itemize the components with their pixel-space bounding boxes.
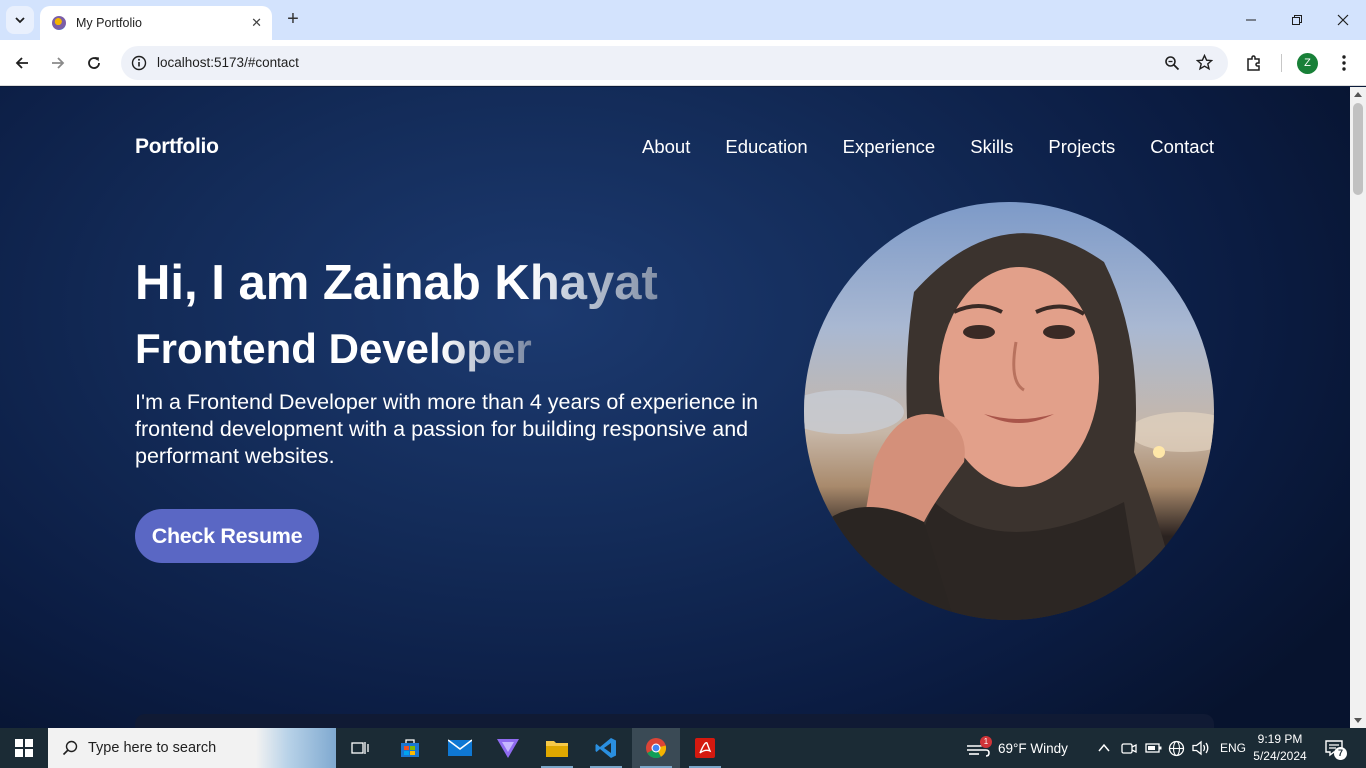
scrollbar-thumb[interactable] [1353,103,1363,195]
nav-projects[interactable]: Projects [1048,136,1115,158]
arrow-left-icon [15,57,28,69]
nav-skills[interactable]: Skills [970,136,1013,158]
site-info-icon[interactable] [131,55,147,71]
bookmark-star-icon[interactable] [1196,54,1213,71]
forward-button[interactable] [46,51,70,75]
site-favicon-icon [52,16,66,30]
weather-widget-icon[interactable]: 1 [966,736,992,758]
nav-experience[interactable]: Experience [843,136,936,158]
hero-role-typing: oper [440,325,532,372]
new-tab-button[interactable]: + [282,8,304,30]
taskbar-microsoft-store[interactable] [386,728,434,768]
volume-icon[interactable] [1192,740,1210,761]
close-icon [1337,14,1349,26]
hero-greeting-typing: hayat [529,256,658,310]
speaker-icon [1192,740,1209,756]
weather-text[interactable]: 69°F Windy [998,728,1068,768]
chevron-down-icon [15,17,25,24]
battery-icon[interactable] [1145,741,1163,760]
back-button[interactable] [10,51,34,75]
search-placeholder: Type here to search [88,740,217,756]
close-window-button[interactable] [1333,10,1353,30]
zoom-icon[interactable] [1164,55,1180,71]
site-logo[interactable]: Portfolio [135,135,219,159]
input-language[interactable]: ENG [1220,728,1246,768]
notification-count-badge: 7 [1334,747,1347,760]
chevron-up-icon [1098,743,1110,752]
url-text: localhost:5173/#contact [157,55,299,70]
profile-photo [804,202,1214,620]
taskbar-chrome[interactable] [632,728,680,768]
windows-logo-icon [15,739,33,757]
nav-about[interactable]: About [642,136,690,158]
taskbar-file-explorer[interactable] [533,728,581,768]
hero-role: Frontend Developer [135,325,532,373]
taskbar-acrobat[interactable] [681,728,729,768]
store-icon [401,739,419,757]
portfolio-page: Portfolio About Education Experience Ski… [0,87,1350,728]
minimize-icon [1246,19,1256,21]
globe-icon [1168,740,1185,757]
address-bar[interactable]: localhost:5173/#contact [121,46,1228,80]
restore-icon [1292,15,1302,25]
chrome-icon [646,738,667,759]
tab-my-portfolio[interactable]: My Portfolio ✕ [40,6,272,40]
main-navigation: About Education Experience Skills Projec… [642,136,1214,158]
start-button[interactable] [0,728,48,768]
meet-now-icon[interactable] [1121,740,1137,761]
restore-button[interactable] [1287,10,1307,30]
task-view-button[interactable] [336,728,384,768]
folder-icon [546,741,568,757]
taskbar-search[interactable]: Type here to search [48,728,336,768]
tab-title: My Portfolio [76,16,142,30]
taskbar-vpn-app[interactable] [484,728,532,768]
hero-greeting-main: Hi, I am Zainab K [135,256,530,310]
weather-alert-badge: 1 [980,736,992,748]
reload-button[interactable] [82,51,106,75]
mail-icon [448,739,472,756]
clock-date: 5/24/2024 [1253,749,1307,763]
browser-toolbar: localhost:5173/#contact Z [0,40,1366,86]
browser-menu-button[interactable] [1332,51,1356,75]
next-section-card [135,714,1214,728]
nav-contact[interactable]: Contact [1150,136,1214,158]
search-icon [62,740,78,756]
nav-education[interactable]: Education [725,136,807,158]
reload-icon [88,57,100,69]
tab-search-button[interactable] [6,6,34,34]
puzzle-icon [1247,55,1260,71]
scroll-up-icon[interactable] [1354,92,1362,97]
toolbar-divider [1281,54,1282,72]
task-view-icon [351,742,369,754]
windows-taskbar: Type here to search 1 69°F Windy ENG 9:1… [0,728,1366,768]
acrobat-icon [695,738,715,758]
minimize-button[interactable] [1241,10,1261,30]
network-icon[interactable] [1168,740,1185,762]
profile-photo-illustration [804,233,1214,620]
more-vertical-icon [1342,55,1346,71]
profile-avatar[interactable]: Z [1297,53,1318,74]
taskbar-vscode[interactable] [582,728,630,768]
triangle-logo-icon [497,739,519,758]
scroll-down-icon[interactable] [1354,718,1362,723]
search-highlight-image [256,728,336,768]
vscode-icon [595,738,616,758]
page-scrollbar[interactable] [1350,87,1366,728]
taskbar-clock[interactable]: 9:19 PM 5/24/2024 [1248,731,1312,765]
show-hidden-icons-button[interactable] [1097,741,1111,760]
hero-greeting: Hi, I am Zainab Khayat [135,255,658,311]
taskbar-mail[interactable] [436,728,484,768]
battery-icon-glyph [1145,743,1162,753]
action-center-button[interactable]: 7 [1324,739,1347,760]
clock-time: 9:19 PM [1257,732,1303,746]
extensions-button[interactable] [1242,51,1266,75]
browser-tab-strip: My Portfolio ✕ + [0,0,1366,40]
hero-description: I'm a Frontend Developer with more than … [135,390,759,468]
camera-icon [1121,743,1137,754]
hero-role-main: Frontend Devel [135,325,441,372]
tab-close-icon[interactable]: ✕ [251,15,262,31]
arrow-right-icon [52,57,65,69]
check-resume-button[interactable]: Check Resume [135,509,319,563]
